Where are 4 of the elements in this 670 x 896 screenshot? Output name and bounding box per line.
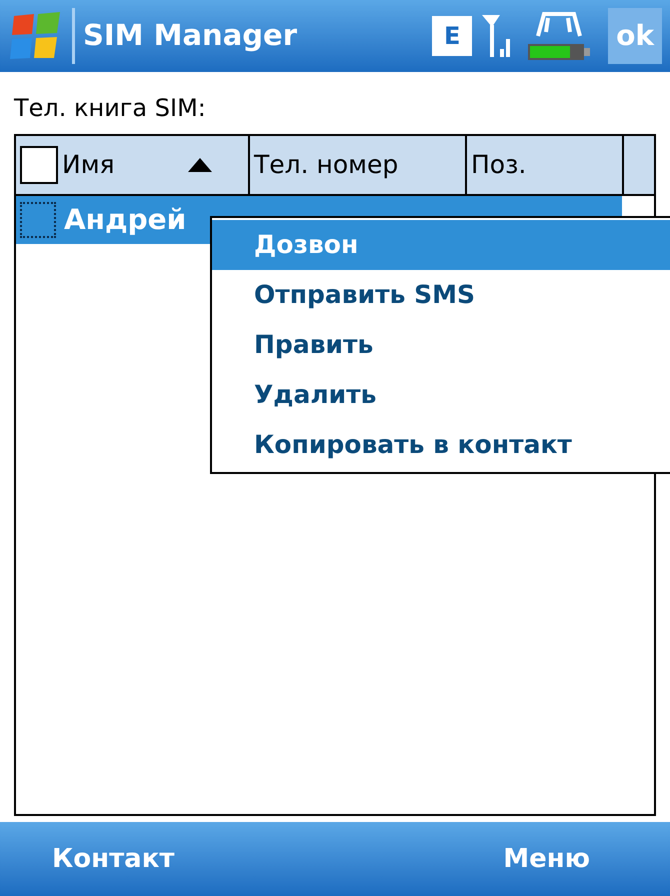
- window-title: SIM Manager: [83, 17, 298, 54]
- contact-name: Андрей: [64, 202, 186, 238]
- network-badge: E: [432, 16, 472, 56]
- list-label: Тел. книга SIM:: [14, 93, 207, 124]
